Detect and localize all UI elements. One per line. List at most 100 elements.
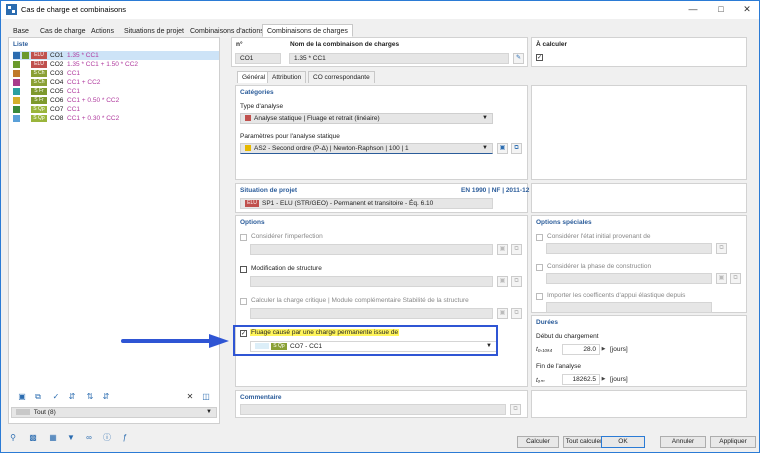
minimize-icon[interactable]: — [685,3,701,16]
imperfection-checkbox[interactable] [240,234,247,241]
start-value-field[interactable]: 28.0 [562,344,600,355]
tab-general[interactable]: Général [237,71,271,83]
new-construction-phase-icon[interactable]: ▣ [716,273,727,284]
edit-imperfection-icon[interactable]: ⧉ [511,244,522,255]
sqp-badge: S Qp [31,105,47,113]
comment-field[interactable] [240,404,506,415]
check-icon[interactable]: ✓ [50,391,62,403]
table-icon[interactable]: ▦ [47,432,59,444]
calculate-checkbox[interactable]: ✓ [536,54,543,61]
list-item[interactable]: S Ch CO3 CC1 [13,69,219,78]
initial-state-select[interactable] [546,243,712,254]
critical-load-select[interactable] [250,308,493,319]
elu-badge: ELU [31,60,47,68]
structure-modification-checkbox[interactable] [240,266,247,273]
edit-initial-state-icon[interactable]: ⧉ [716,243,727,254]
combination-name: CC1 + 0.50 * CC2 [67,97,120,104]
units-icon[interactable]: ▩ [27,432,39,444]
edit-construction-phase-icon[interactable]: ⧉ [730,273,741,284]
design-situation-value: SP1 - ELU (STR/GEO) - Permanent et trans… [262,200,434,207]
initial-state-label: Considérer l'état initial provenant de [547,233,651,240]
edit-structure-mod-icon[interactable]: ⧉ [511,276,522,287]
cancel-button[interactable]: Annuler [660,436,706,448]
new-critical-load-icon[interactable]: ▣ [497,308,508,319]
tab-load-cases[interactable]: Cas de charge [35,24,91,37]
calculate-button[interactable]: Calculer [517,436,559,448]
tab-action-combinations[interactable]: Combinaisons d'actions [185,24,269,37]
view-options-icon[interactable]: ◫ [200,391,212,403]
static-params-value: AS2 - Second ordre (P-Δ) | Newton-Raphso… [254,145,409,152]
combination-name: CC1 [67,70,81,77]
number-field[interactable]: CO1 [235,53,281,64]
tab-actions[interactable]: Actions [86,24,119,37]
search-icon[interactable]: ⚲ [7,432,19,444]
list-toolbar: ▣ ⧉ ✓ ⇵ ⇅ ⇵ ✕ ◫ [8,391,220,405]
sqp-badge: S Qp [31,114,47,122]
new-combination-icon[interactable]: ▣ [16,391,28,403]
sort-icon[interactable]: ⇵ [66,391,78,403]
structure-modification-select[interactable] [250,276,493,287]
edit-params-icon[interactable]: ⧉ [511,143,522,154]
new-params-icon[interactable]: ▣ [497,143,508,154]
reorder-icon[interactable]: ⇵ [100,391,112,403]
link-icon[interactable]: ∞ [83,432,95,444]
calculate-all-button[interactable]: Tout calculer [563,436,605,448]
combination-name-label: Nom de la combinaison de charges [290,41,400,48]
color-swatch-icon [13,105,20,113]
new-structure-mod-icon[interactable]: ▣ [497,276,508,287]
tab-corresponding-co[interactable]: CO correspondante [308,71,375,83]
initial-state-checkbox[interactable] [536,234,543,241]
tab-base[interactable]: Base [8,24,34,37]
elastic-support-label: Importer les coefficents d'appui élastiq… [547,292,686,299]
end-stepper-icon[interactable]: ▶ [600,374,607,385]
analysis-type-select[interactable]: Analyse statique | Fluage et retrait (li… [240,113,493,124]
filter-icon[interactable]: ▼ [65,432,77,444]
critical-load-checkbox[interactable] [240,298,247,305]
info-icon[interactable]: ⓘ [101,432,113,444]
list-item[interactable]: S Qp CO8 CC1 + 0.30 * CC2 [13,114,219,123]
list-item[interactable]: ELU CO2 1.35 * CC1 + 1.50 * CC2 [13,60,219,69]
design-situation-title: Situation de projet [240,187,298,194]
end-value-field[interactable]: 18262.5 [562,374,600,385]
list-item[interactable]: S Fr CO6 CC1 + 0.50 * CC2 [13,96,219,105]
combination-id: CO5 [50,88,64,95]
elastic-support-select[interactable] [546,302,712,313]
tab-load-combinations[interactable]: Combinaisons de charges [262,24,353,37]
analysis-type-label: Type d'analyse [240,103,284,110]
renumber-icon[interactable]: ⇅ [84,391,96,403]
chevron-down-icon: ▼ [482,115,488,121]
categories-side-section [531,85,747,180]
end-label: Fin de l'analyse [536,363,581,370]
comment-side-section [531,390,747,418]
close-icon[interactable]: ✕ [739,3,755,16]
imperfection-select[interactable] [250,244,493,255]
edit-icon[interactable]: ✎ [513,53,524,64]
construction-phase-checkbox[interactable] [536,264,543,271]
list-item[interactable]: ELU CO1 1.35 * CC1 [13,51,219,60]
ok-button[interactable]: OK [601,436,645,448]
list-item[interactable]: S Qp CO7 CC1 [13,105,219,114]
header-section: n° CO1 Nom de la combinaison de charges … [231,37,528,67]
construction-phase-select[interactable] [546,273,712,284]
maximize-icon[interactable]: □ [713,3,729,16]
list-filter-select[interactable]: Tout (8) ▼ [11,407,217,418]
apply-button[interactable]: Appliquer [710,436,756,448]
list-item[interactable]: S Fr CO5 CC1 [13,87,219,96]
edit-critical-load-icon[interactable]: ⧉ [511,308,522,319]
tab-attribution[interactable]: Attribution [267,71,307,83]
design-situation-norm: EN 1990 | NF | 2011-12 [461,187,530,194]
start-stepper-icon[interactable]: ▶ [600,344,607,355]
elastic-support-checkbox[interactable] [536,293,543,300]
combination-name: CC1 + 0.30 * CC2 [67,115,120,122]
options-title: Options [240,219,265,226]
copy-combination-icon[interactable]: ⧉ [32,391,44,403]
formula-icon[interactable]: ƒ [119,432,131,444]
static-params-select[interactable]: AS2 - Second ordre (P-Δ) | Newton-Raphso… [240,143,493,154]
tab-design-situations[interactable]: Situations de projet [119,24,189,37]
delete-icon[interactable]: ✕ [184,391,196,403]
combination-name-field[interactable]: 1.35 * CC1 [289,53,509,64]
new-imperfection-icon[interactable]: ▣ [497,244,508,255]
combination-id: CO8 [50,115,64,122]
comment-edit-icon[interactable]: ⧉ [510,404,521,415]
list-item[interactable]: S Ch CO4 CC1 + CC2 [13,78,219,87]
